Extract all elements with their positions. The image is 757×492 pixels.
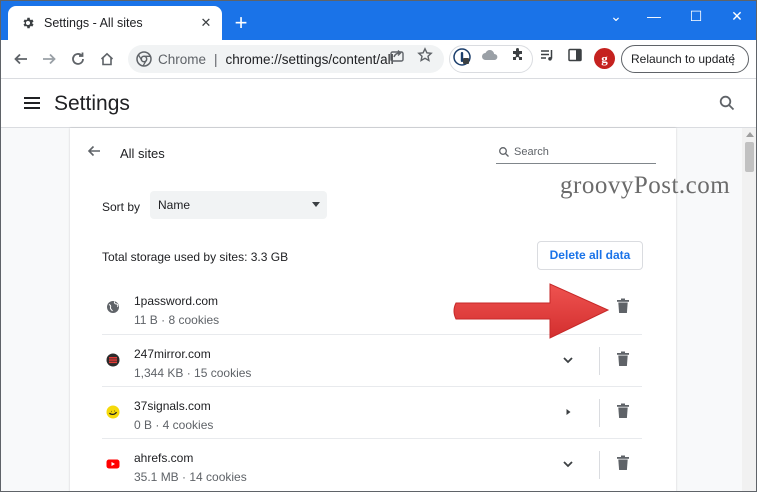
1password-extension-icon[interactable]	[453, 48, 471, 66]
site-name: 1password.com	[134, 294, 219, 308]
chevron-down-icon[interactable]: ⌄	[596, 4, 636, 28]
home-button[interactable]	[95, 47, 119, 71]
site-usage: 35.1 MB · 14 cookies	[134, 470, 247, 484]
site-row[interactable]: 37signals.com 0 B · 4 cookies	[102, 386, 642, 438]
chevron-down-icon[interactable]	[560, 456, 576, 472]
gear-icon	[20, 15, 36, 31]
delete-all-data-button[interactable]: Delete all data	[537, 241, 643, 270]
watermark: groovyPost.com	[560, 172, 731, 199]
row-divider	[599, 347, 600, 375]
puzzle-extensions-icon[interactable]	[510, 47, 526, 63]
total-storage-text: Total storage used by sites: 3.3 GB	[102, 250, 289, 264]
close-window-button[interactable]: ✕	[717, 4, 757, 28]
trash-icon[interactable]	[616, 298, 630, 314]
sort-by-label: Sort by	[102, 200, 141, 214]
cloud-extension-icon[interactable]	[481, 47, 499, 63]
forward-button[interactable]	[37, 47, 61, 71]
annotation-arrow-icon	[453, 283, 610, 339]
omnibox-badge-label: Chrome	[158, 51, 207, 67]
title-bar: Settings - All sites ✕ + ⌄ — ☐ ✕	[0, 0, 757, 40]
omnibox-separator: |	[214, 51, 218, 67]
site-name: 37signals.com	[134, 399, 211, 413]
url-text: chrome://settings/content/all	[225, 51, 394, 67]
more-menu-icon[interactable]: ⋮	[726, 52, 740, 66]
relaunch-to-update-button[interactable]: Relaunch to update ⋮	[621, 45, 749, 73]
side-panel-icon[interactable]	[567, 47, 583, 63]
bookmark-star-icon[interactable]	[417, 47, 433, 63]
chevron-down-icon[interactable]	[560, 352, 576, 368]
sort-by-value: Name	[158, 198, 191, 212]
search-placeholder: Search	[514, 146, 549, 158]
arrow-right-icon[interactable]	[560, 404, 576, 420]
content-area: All sites Search Sort by Name Total stor…	[0, 128, 757, 492]
main-menu-icon[interactable]	[24, 97, 40, 109]
site-name: ahrefs.com	[134, 451, 194, 465]
globe-icon	[107, 301, 119, 313]
site-row[interactable]: 247mirror.com 1,344 KB · 15 cookies	[102, 334, 642, 386]
site-usage: 11 B · 8 cookies	[134, 313, 220, 327]
all-sites-title: All sites	[120, 146, 165, 161]
share-icon[interactable]	[389, 47, 405, 63]
media-playlist-icon[interactable]	[539, 47, 555, 63]
scroll-up-arrow-icon[interactable]	[746, 132, 754, 137]
back-arrow-icon[interactable]	[86, 143, 102, 159]
site-usage: 0 B · 4 cookies	[134, 418, 214, 432]
row-divider	[599, 399, 600, 427]
minimize-button[interactable]: —	[634, 4, 674, 28]
relaunch-label: Relaunch to update	[631, 52, 736, 66]
search-icon	[499, 147, 509, 157]
scrollbar[interactable]	[742, 128, 757, 492]
trash-icon[interactable]	[616, 403, 630, 419]
close-tab-icon[interactable]: ✕	[196, 13, 216, 33]
youtube-favicon	[106, 459, 120, 469]
browser-toolbar: Chrome | chrome://settings/content/all g…	[0, 40, 757, 78]
scrollbar-thumb[interactable]	[745, 142, 754, 172]
trash-icon[interactable]	[616, 455, 630, 471]
site-usage: 1,344 KB · 15 cookies	[134, 366, 252, 380]
back-button[interactable]	[9, 47, 33, 71]
tab-title: Settings - All sites	[44, 16, 143, 30]
chrome-icon	[136, 51, 152, 67]
site-row[interactable]: ahrefs.com 35.1 MB · 14 cookies	[102, 438, 642, 490]
247mirror-favicon	[106, 353, 120, 367]
trash-icon[interactable]	[616, 351, 630, 367]
dropdown-caret-icon	[312, 202, 320, 207]
37signals-favicon	[106, 405, 120, 419]
tab-settings[interactable]: Settings - All sites ✕	[8, 6, 222, 40]
settings-header: Settings	[0, 78, 757, 128]
reload-button[interactable]	[66, 47, 90, 71]
maximize-button[interactable]: ☐	[676, 4, 716, 28]
profile-avatar[interactable]: g	[594, 48, 615, 69]
site-search-input[interactable]: Search	[496, 144, 656, 164]
search-icon[interactable]	[718, 94, 736, 112]
site-name: 247mirror.com	[134, 347, 211, 361]
page-title: Settings	[54, 92, 130, 115]
sort-by-select[interactable]: Name	[150, 191, 327, 219]
new-tab-button[interactable]: +	[228, 10, 254, 36]
row-divider	[599, 451, 600, 479]
